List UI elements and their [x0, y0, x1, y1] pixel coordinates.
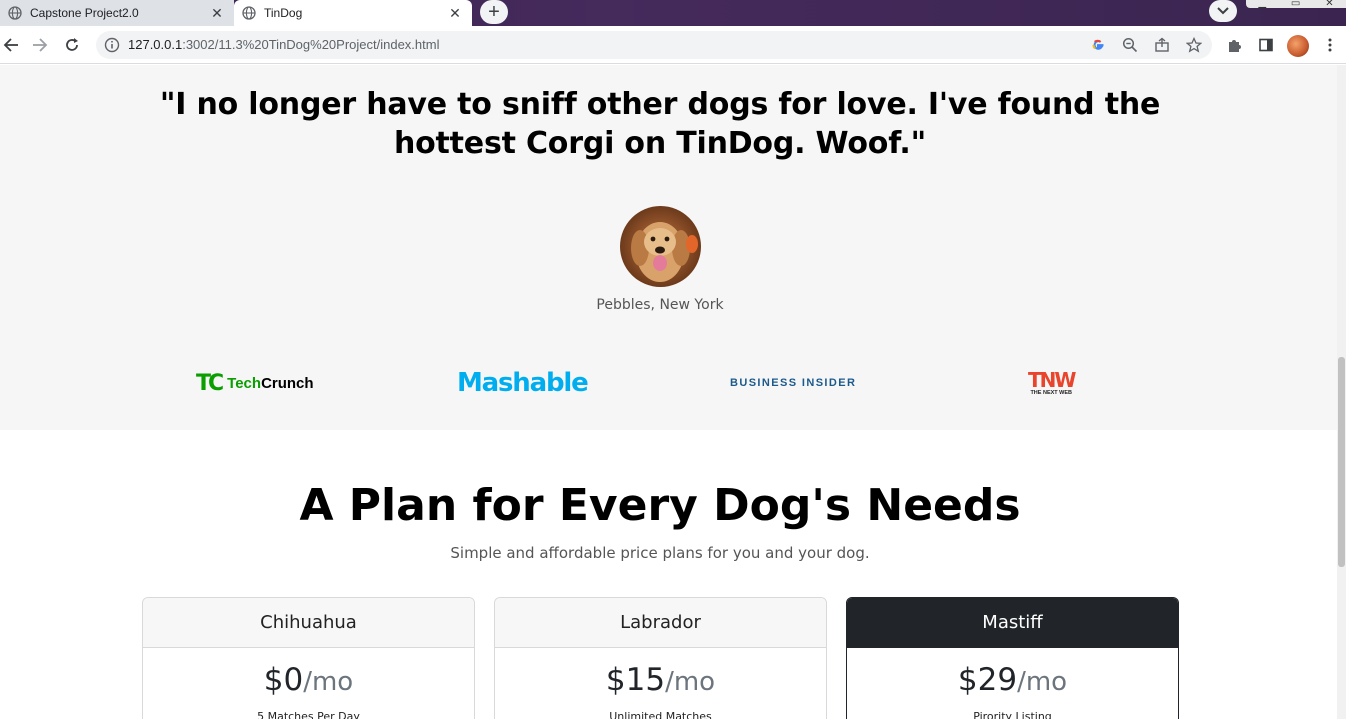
reload-icon — [66, 38, 78, 51]
business-insider-logo: BUSINESS INSIDER — [730, 377, 857, 389]
minimize-icon[interactable]: ▁ — [1258, 0, 1266, 9]
pricing-card-labrador: Labrador $15/mo Unlimited Matches — [494, 597, 827, 719]
side-panel-icon[interactable] — [1258, 37, 1274, 53]
techcrunch-word-crunch: Crunch — [261, 374, 314, 392]
new-tab-button[interactable]: + — [480, 0, 508, 24]
zoom-icon[interactable] — [1122, 37, 1138, 53]
page-scrollbar[interactable] — [1337, 65, 1346, 719]
scrollbar-thumb[interactable] — [1338, 357, 1345, 567]
mashable-logo: Mashable — [457, 368, 589, 398]
plan-name: Mastiff — [847, 598, 1178, 648]
back-arrow-icon — [3, 38, 18, 52]
url-host: 127.0.0.1 — [128, 37, 183, 52]
pricing-card-mastiff: Mastiff $29/mo Pirority Listing — [846, 597, 1179, 719]
tnw-logo: TNW THE NEXT WEB — [1028, 367, 1076, 399]
plan-amount: $0 — [263, 662, 304, 698]
tab-title: TinDog — [264, 6, 303, 20]
browser-toolbar: 127.0.0.1:3002/11.3%20TinDog%20Project/i… — [0, 26, 1346, 64]
profile-avatar[interactable] — [1287, 35, 1309, 57]
plan-feature: 5 Matches Per Day — [257, 710, 360, 719]
plan-name: Chihuahua — [143, 598, 474, 648]
chevron-down-icon — [1217, 7, 1229, 15]
close-window-icon[interactable]: ✕ — [1325, 0, 1333, 9]
forward-arrow-icon — [33, 38, 48, 52]
plan-feature: Pirority Listing — [973, 710, 1052, 719]
pricing-card-chihuahua: Chihuahua $0/mo 5 Matches Per Day — [142, 597, 475, 719]
techcrunch-wordmark: TechCrunch — [227, 375, 313, 392]
testimonial-section: "I no longer have to sniff other dogs fo… — [0, 65, 1337, 430]
pricing-subtitle: Simple and affordable price plans for yo… — [450, 544, 870, 562]
url-path: :3002/11.3%20TinDog%20Project/index.html — [182, 37, 440, 52]
forward-button[interactable] — [29, 34, 51, 56]
bookmark-star-icon[interactable] — [1186, 37, 1202, 53]
plan-price: $29/mo — [847, 662, 1178, 698]
info-icon[interactable] — [104, 37, 120, 53]
plan-amount: $29 — [957, 662, 1018, 698]
tab-title: Capstone Project2.0 — [30, 6, 139, 20]
address-bar[interactable]: 127.0.0.1:3002/11.3%20TinDog%20Project/i… — [96, 31, 1212, 59]
reload-button[interactable] — [61, 34, 83, 56]
tnw-logo-mark: TNW — [1028, 368, 1076, 392]
tab-capstone-project[interactable]: Capstone Project2.0 ✕ — [0, 0, 234, 26]
plan-name: Labrador — [495, 598, 826, 648]
plan-feature: Unlimited Matches — [609, 710, 712, 719]
plan-price: $15/mo — [495, 662, 826, 698]
browser-tab-strip: Capstone Project2.0 ✕ TinDog ✕ + ▁ ▭ ✕ — [0, 0, 1346, 26]
page-viewport: "I no longer have to sniff other dogs fo… — [0, 65, 1337, 719]
techcrunch-word-tech: Tech — [227, 374, 262, 392]
dog-image — [620, 206, 701, 287]
globe-icon — [8, 6, 22, 20]
plan-period: /mo — [665, 667, 716, 697]
tab-tindog[interactable]: TinDog ✕ — [234, 0, 472, 26]
kebab-menu-icon[interactable] — [1322, 37, 1338, 53]
plan-period: /mo — [1017, 667, 1068, 697]
close-tab-icon[interactable]: ✕ — [208, 4, 226, 22]
plan-amount: $15 — [605, 662, 666, 698]
testimonial-quote: "I no longer have to sniff other dogs fo… — [159, 87, 1161, 161]
techcrunch-logo: TC TechCrunch — [196, 367, 314, 399]
google-icon[interactable] — [1090, 37, 1106, 53]
restore-icon[interactable]: ▭ — [1291, 0, 1300, 9]
pricing-title: A Plan for Every Dog's Needs — [299, 480, 1021, 531]
share-icon[interactable] — [1154, 37, 1170, 53]
close-tab-icon[interactable]: ✕ — [446, 4, 464, 22]
tnw-logo-subtext: THE NEXT WEB — [1030, 390, 1072, 396]
techcrunch-mark: TC — [196, 370, 224, 396]
window-controls: ▁ ▭ ✕ — [1246, 0, 1346, 9]
testimonial-caption: Pebbles, New York — [596, 297, 724, 313]
extensions-puzzle-icon[interactable] — [1226, 37, 1242, 53]
plan-period: /mo — [303, 667, 354, 697]
plan-price: $0/mo — [143, 662, 474, 698]
tab-search-button[interactable] — [1209, 0, 1237, 22]
back-button[interactable] — [0, 34, 22, 56]
globe-icon — [242, 6, 256, 20]
url-text: 127.0.0.1:3002/11.3%20TinDog%20Project/i… — [128, 37, 439, 52]
